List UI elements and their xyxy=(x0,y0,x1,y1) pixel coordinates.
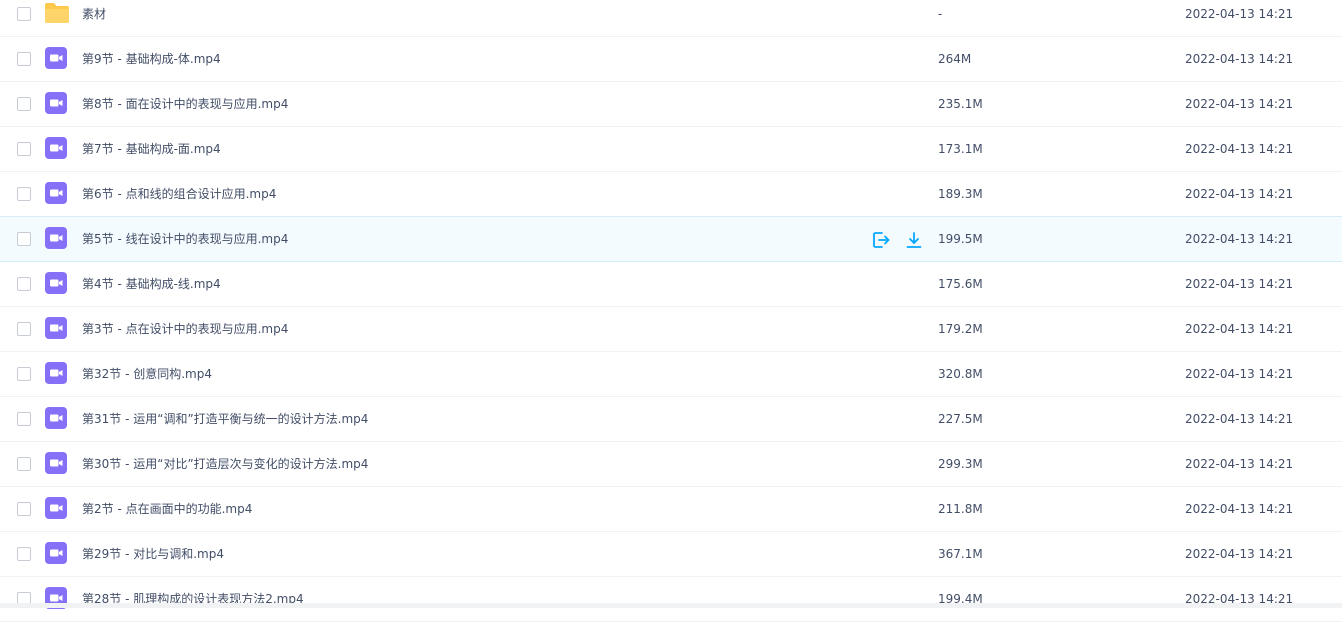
row-checkbox[interactable] xyxy=(17,7,31,21)
file-row[interactable]: 第2节 - 点在画面中的功能.mp4 211.8M 2022-04-13 14:21 xyxy=(0,487,1342,532)
row-checkbox[interactable] xyxy=(17,457,31,471)
row-actions xyxy=(871,230,927,250)
share-icon[interactable] xyxy=(871,230,891,250)
file-size: 320.8M xyxy=(938,367,983,381)
file-name[interactable]: 第7节 - 基础构成-面.mp4 xyxy=(82,127,221,171)
modified-date: 2022-04-13 14:21 xyxy=(1185,7,1294,21)
file-row[interactable]: 第32节 - 创意同构.mp4 320.8M 2022-04-13 14:21 xyxy=(0,352,1342,397)
file-size: 179.2M xyxy=(938,322,983,336)
file-size: 175.6M xyxy=(938,277,983,291)
file-row[interactable]: 素材 - 2022-04-13 14:21 xyxy=(0,0,1342,37)
video-icon xyxy=(44,91,68,115)
file-row[interactable]: 第8节 - 面在设计中的表现与应用.mp4 235.1M 2022-04-13 14… xyxy=(0,82,1342,127)
file-name[interactable]: 第6节 - 点和线的组合设计应用.mp4 xyxy=(82,172,276,216)
row-checkbox[interactable] xyxy=(17,187,31,201)
file-row[interactable]: 第5节 - 线在设计中的表现与应用.mp4 199.5M 2022-04-13 14… xyxy=(0,216,1342,262)
video-icon xyxy=(44,271,68,295)
file-size: - xyxy=(938,7,943,21)
file-row[interactable]: 第3节 - 点在设计中的表现与应用.mp4 179.2M 2022-04-13 14… xyxy=(0,307,1342,352)
file-row[interactable]: 第28节 - 肌理构成的设计表现方法2.mp4 199.4M 2022-04-13 … xyxy=(0,577,1342,622)
file-row[interactable]: 第7节 - 基础构成-面.mp4 173.1M 2022-04-13 14:21 xyxy=(0,127,1342,172)
file-name[interactable]: 第32节 - 创意同构.mp4 xyxy=(82,352,212,396)
row-checkbox[interactable] xyxy=(17,547,31,561)
file-size: 199.4M xyxy=(938,592,983,606)
row-checkbox[interactable] xyxy=(17,52,31,66)
file-name[interactable]: 第29节 - 对比与调和.mp4 xyxy=(82,532,224,576)
file-name[interactable]: 第30节 - 运用“对比”打造层次与变化的设计方法.mp4 xyxy=(82,442,368,486)
modified-date: 2022-04-13 14:21 xyxy=(1185,502,1294,516)
file-size: 235.1M xyxy=(938,97,983,111)
file-row[interactable]: 第4节 - 基础构成-线.mp4 175.6M 2022-04-13 14:21 xyxy=(0,262,1342,307)
file-size: 189.3M xyxy=(938,187,983,201)
video-icon xyxy=(44,451,68,475)
file-name[interactable]: 第8节 - 面在设计中的表现与应用.mp4 xyxy=(82,82,288,126)
row-checkbox[interactable] xyxy=(17,502,31,516)
modified-date: 2022-04-13 14:21 xyxy=(1185,187,1294,201)
row-checkbox[interactable] xyxy=(17,142,31,156)
file-size: 199.5M xyxy=(938,232,983,246)
modified-date: 2022-04-13 14:21 xyxy=(1185,322,1294,336)
video-icon xyxy=(44,361,68,385)
file-row[interactable]: 第29节 - 对比与调和.mp4 367.1M 2022-04-13 14:21 xyxy=(0,532,1342,577)
file-row[interactable]: 第6节 - 点和线的组合设计应用.mp4 189.3M 2022-04-13 14:… xyxy=(0,172,1342,217)
file-name[interactable]: 第31节 - 运用“调和”打造平衡与统一的设计方法.mp4 xyxy=(82,397,368,441)
row-checkbox[interactable] xyxy=(17,367,31,381)
modified-date: 2022-04-13 14:21 xyxy=(1185,52,1294,66)
video-icon xyxy=(44,46,68,70)
modified-date: 2022-04-13 14:21 xyxy=(1185,412,1294,426)
video-icon xyxy=(44,496,68,520)
file-size: 227.5M xyxy=(938,412,983,426)
folder-icon xyxy=(44,1,69,25)
video-icon xyxy=(44,181,68,205)
video-icon xyxy=(44,226,68,250)
file-size: 173.1M xyxy=(938,142,983,156)
file-name[interactable]: 第4节 - 基础构成-线.mp4 xyxy=(82,262,221,306)
file-list: 素材 - 2022-04-13 14:21 第9节 - 基础构成-体.mp4 264M 2… xyxy=(0,0,1342,622)
file-name[interactable]: 第2节 - 点在画面中的功能.mp4 xyxy=(82,487,252,531)
file-row[interactable]: 第9节 - 基础构成-体.mp4 264M 2022-04-13 14:21 xyxy=(0,37,1342,82)
row-checkbox[interactable] xyxy=(17,412,31,426)
file-name[interactable]: 素材 xyxy=(82,0,106,36)
video-icon xyxy=(44,406,68,430)
download-icon[interactable] xyxy=(904,230,924,250)
file-size: 299.3M xyxy=(938,457,983,471)
file-name[interactable]: 第3节 - 点在设计中的表现与应用.mp4 xyxy=(82,307,288,351)
modified-date: 2022-04-13 14:21 xyxy=(1185,367,1294,381)
file-name[interactable]: 第5节 - 线在设计中的表现与应用.mp4 xyxy=(82,217,288,261)
file-size: 211.8M xyxy=(938,502,983,516)
file-size: 264M xyxy=(938,52,972,66)
modified-date: 2022-04-13 14:21 xyxy=(1185,457,1294,471)
modified-date: 2022-04-13 14:21 xyxy=(1185,277,1294,291)
row-checkbox[interactable] xyxy=(17,232,31,246)
modified-date: 2022-04-13 14:21 xyxy=(1185,592,1294,606)
file-name[interactable]: 第28节 - 肌理构成的设计表现方法2.mp4 xyxy=(82,577,304,621)
modified-date: 2022-04-13 14:21 xyxy=(1185,232,1294,246)
modified-date: 2022-04-13 14:21 xyxy=(1185,547,1294,561)
horizontal-scrollbar[interactable] xyxy=(0,603,1342,608)
video-icon xyxy=(44,136,68,160)
row-checkbox[interactable] xyxy=(17,277,31,291)
video-icon xyxy=(44,541,68,565)
row-checkbox[interactable] xyxy=(17,322,31,336)
file-name[interactable]: 第9节 - 基础构成-体.mp4 xyxy=(82,37,221,81)
file-size: 367.1M xyxy=(938,547,983,561)
row-checkbox[interactable] xyxy=(17,97,31,111)
file-row[interactable]: 第30节 - 运用“对比”打造层次与变化的设计方法.mp4 299.3M 2022-… xyxy=(0,442,1342,487)
modified-date: 2022-04-13 14:21 xyxy=(1185,142,1294,156)
video-icon xyxy=(44,316,68,340)
modified-date: 2022-04-13 14:21 xyxy=(1185,97,1294,111)
file-row[interactable]: 第31节 - 运用“调和”打造平衡与统一的设计方法.mp4 227.5M 2022-… xyxy=(0,397,1342,442)
